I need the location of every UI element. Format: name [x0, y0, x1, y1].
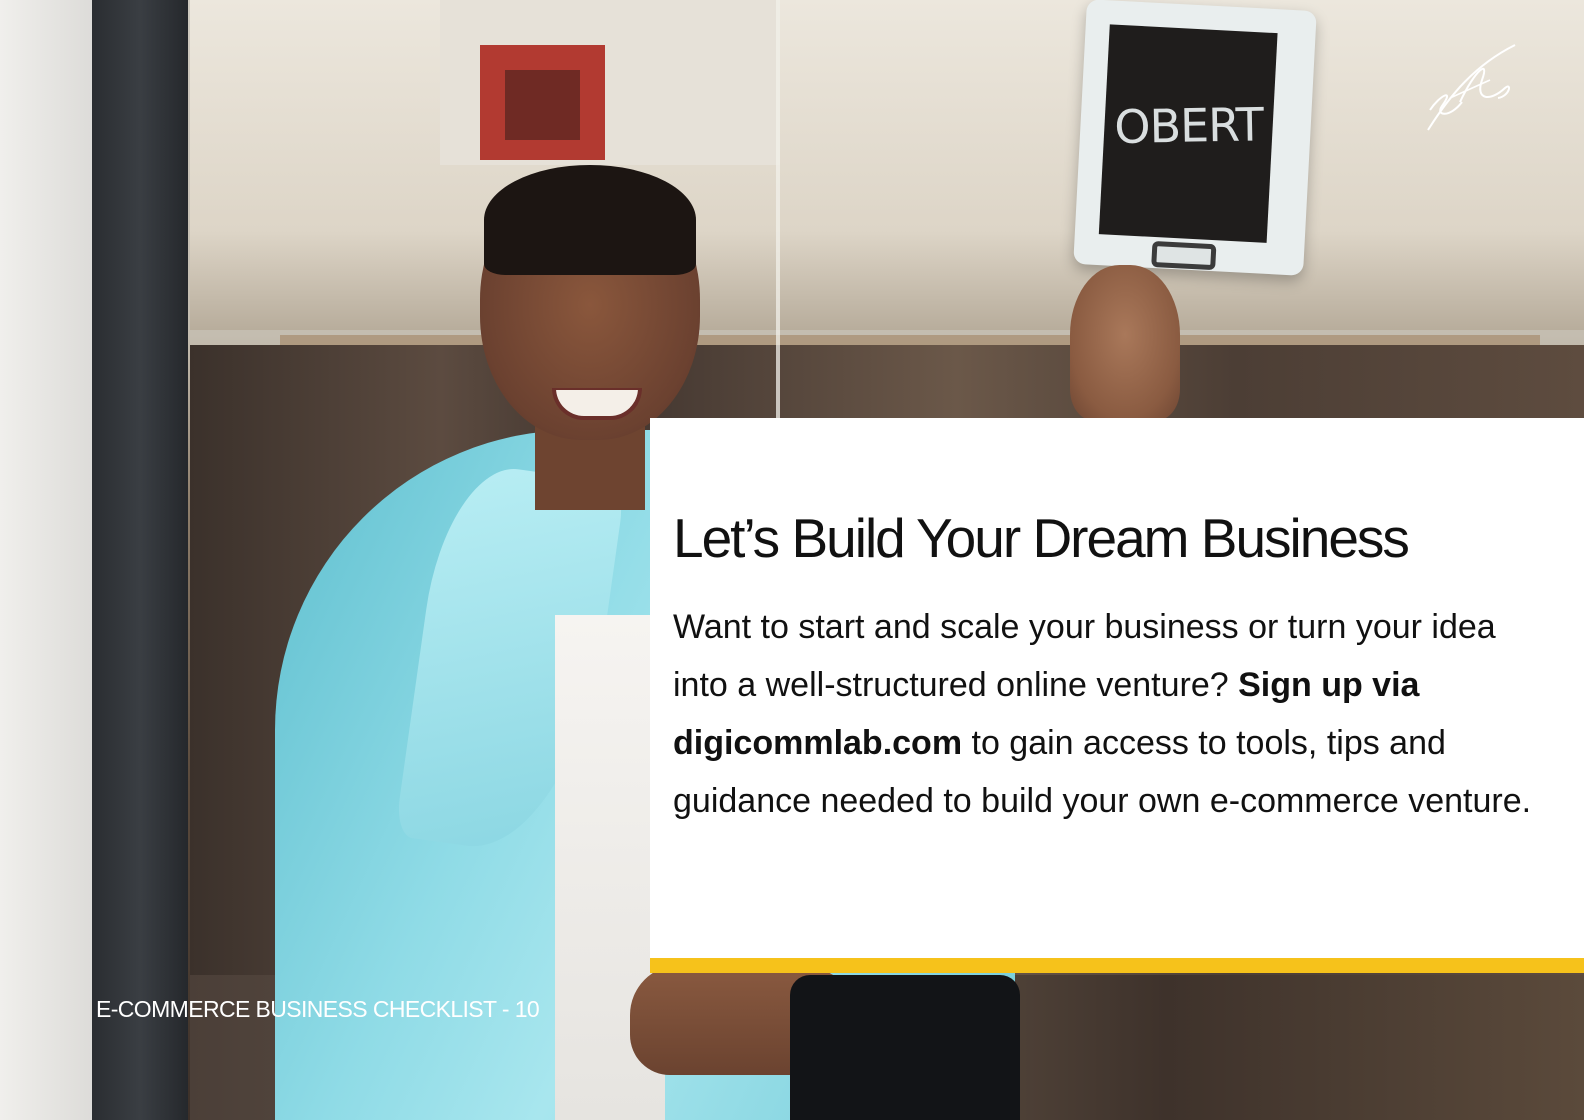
sign-board: OBERT [1098, 24, 1278, 243]
open-sign: OBERT [1073, 0, 1317, 276]
sign-handle [1151, 240, 1217, 271]
hand-holding-sign [1070, 265, 1180, 420]
card-reader-device [790, 975, 1020, 1120]
checklist-page: OBERT Let’s Build Your Dream Business Wa… [0, 0, 1584, 1120]
page-footer-label: E-COMMERCE BUSINESS CHECKLIST - 10 [96, 996, 540, 1022]
red-frame-inner [505, 70, 580, 140]
door-wall [0, 0, 96, 1120]
woman-hair [484, 165, 696, 275]
store-wall [190, 0, 1584, 330]
sign-text: OBERT [1113, 97, 1264, 154]
glass-door-edge [776, 0, 780, 420]
card-body: Want to start and scale your business or… [673, 598, 1553, 830]
accent-bar [650, 958, 1584, 973]
signature-logo-icon [1427, 44, 1516, 131]
door-frame [92, 0, 188, 1120]
card-title: Let’s Build Your Dream Business [673, 507, 1410, 569]
